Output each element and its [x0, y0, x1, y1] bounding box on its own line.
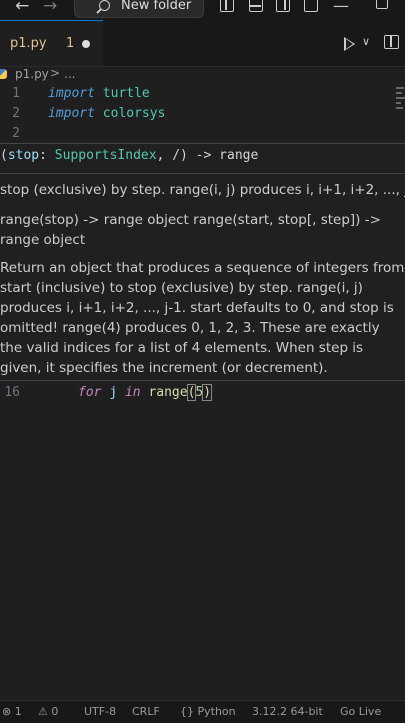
bracket-close: ) — [202, 384, 213, 401]
function-signature: (stop: SupportsIndex, /) -> range — [0, 148, 258, 163]
error-count[interactable]: ⊗ 1 — [2, 705, 22, 718]
line-number: 16 — [4, 385, 20, 400]
line-number: 1 — [12, 86, 20, 101]
divider — [0, 173, 405, 174]
keyword: import — [48, 106, 95, 121]
line-ending[interactable]: CRLF — [132, 705, 160, 718]
editor-tab-bar: p1.py 1 ∨ — [0, 20, 405, 67]
signature-type: SupportsIndex — [54, 148, 157, 163]
code-line[interactable]: 2 import colorsys — [0, 106, 405, 126]
breadcrumb-separator: > — [50, 66, 61, 80]
toggle-sidebar-icon[interactable] — [220, 0, 234, 12]
keyword: import — [48, 86, 95, 101]
breadcrumb-file[interactable]: p1.py — [15, 67, 49, 81]
python-interpreter[interactable]: 3.12.2 64-bit — [252, 705, 323, 718]
doc-paragraph: range(stop) -> range object range(start,… — [0, 212, 381, 248]
forward-button[interactable]: → — [43, 0, 57, 16]
minimize-button[interactable]: — — [333, 0, 349, 15]
chevron-down-icon[interactable]: ∨ — [362, 35, 370, 48]
tab-p1-py[interactable]: p1.py 1 — [0, 20, 103, 66]
signature-open: ( — [0, 148, 8, 163]
encoding[interactable]: UTF-8 — [84, 705, 116, 718]
maximize-button[interactable] — [376, 0, 388, 9]
keyword: for — [78, 385, 102, 400]
breadcrumb-more[interactable]: ... — [64, 67, 75, 81]
text-cursor — [211, 385, 213, 400]
toggle-panel-icon[interactable] — [249, 0, 263, 12]
module-name: turtle — [102, 86, 150, 101]
minimap[interactable] — [394, 84, 405, 128]
variable: j — [109, 385, 118, 400]
language-mode[interactable]: {} Python — [180, 705, 236, 718]
signature-colon: : — [39, 148, 55, 163]
toggle-secondary-sidebar-icon[interactable] — [276, 0, 290, 12]
code-line[interactable]: 1 import turtle — [0, 86, 405, 106]
warning-count[interactable]: ⚠ 0 — [38, 705, 58, 718]
unsaved-dot-icon[interactable] — [82, 40, 90, 48]
run-icon[interactable] — [344, 37, 355, 51]
signature-param: stop — [7, 148, 40, 163]
doc-paragraph: stop (exclusive) by step. range(i, j) pr… — [0, 182, 405, 198]
signature-return: , /) -> range — [156, 148, 259, 163]
breadcrumb: p1.py > ... — [0, 66, 380, 84]
split-editor-icon[interactable] — [384, 35, 399, 49]
search-icon — [99, 0, 110, 11]
python-file-icon — [0, 69, 7, 79]
code-line[interactable]: 16 for j in range(5) — [0, 384, 405, 405]
search-label: New folder — [121, 0, 192, 13]
title-bar: ← → New folder — — [0, 0, 405, 20]
go-live-button[interactable]: Go Live — [340, 705, 381, 718]
line-number: 2 — [12, 106, 20, 121]
module-name: colorsys — [102, 106, 166, 121]
tab-label: p1.py — [10, 36, 47, 51]
command-center-search[interactable]: New folder — [74, 0, 204, 18]
keyword: in — [124, 385, 141, 400]
problem-count: 1 — [66, 36, 75, 51]
doc-paragraph: Return an object that produces a sequenc… — [0, 260, 405, 376]
customize-layout-icon[interactable] — [304, 0, 318, 12]
line-number: 2 — [12, 126, 20, 141]
function-name: range — [148, 385, 188, 400]
hover-tooltip: (stop: SupportsIndex, /) -> range stop (… — [0, 143, 405, 381]
back-button[interactable]: ← — [15, 0, 29, 16]
